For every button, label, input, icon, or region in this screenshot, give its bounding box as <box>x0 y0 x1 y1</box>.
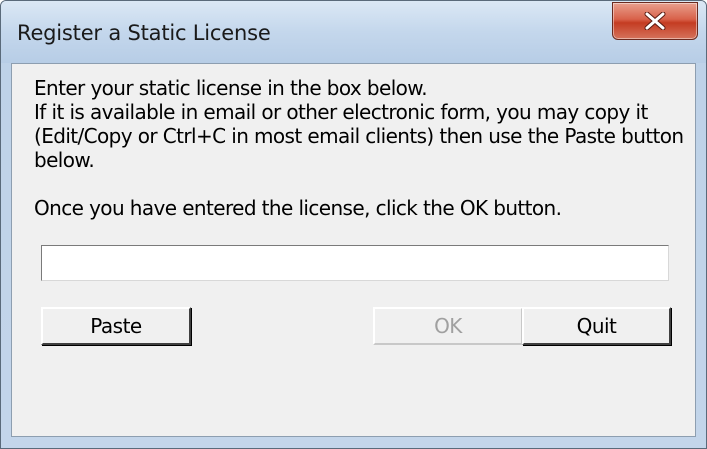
window-title: Register a Static License <box>17 21 271 45</box>
license-input[interactable] <box>41 245 669 281</box>
close-icon <box>644 12 666 30</box>
register-license-dialog: Register a Static License Enter your sta… <box>0 0 707 449</box>
instruction-line: (Edit/Copy or Ctrl+C in most email clien… <box>34 124 684 148</box>
paste-button[interactable]: Paste <box>41 307 191 345</box>
quit-button[interactable]: Quit <box>522 307 671 345</box>
instruction-line: Enter your static license in the box bel… <box>34 76 428 100</box>
instructions-text: Enter your static license in the box bel… <box>34 76 694 220</box>
close-button[interactable] <box>612 2 698 40</box>
instruction-line: below. <box>34 148 95 172</box>
title-bar[interactable]: Register a Static License <box>1 1 706 63</box>
instruction-line: Once you have entered the license, click… <box>34 196 562 220</box>
instruction-line: If it is available in email or other ele… <box>34 100 648 124</box>
ok-button[interactable]: OK <box>373 307 523 345</box>
